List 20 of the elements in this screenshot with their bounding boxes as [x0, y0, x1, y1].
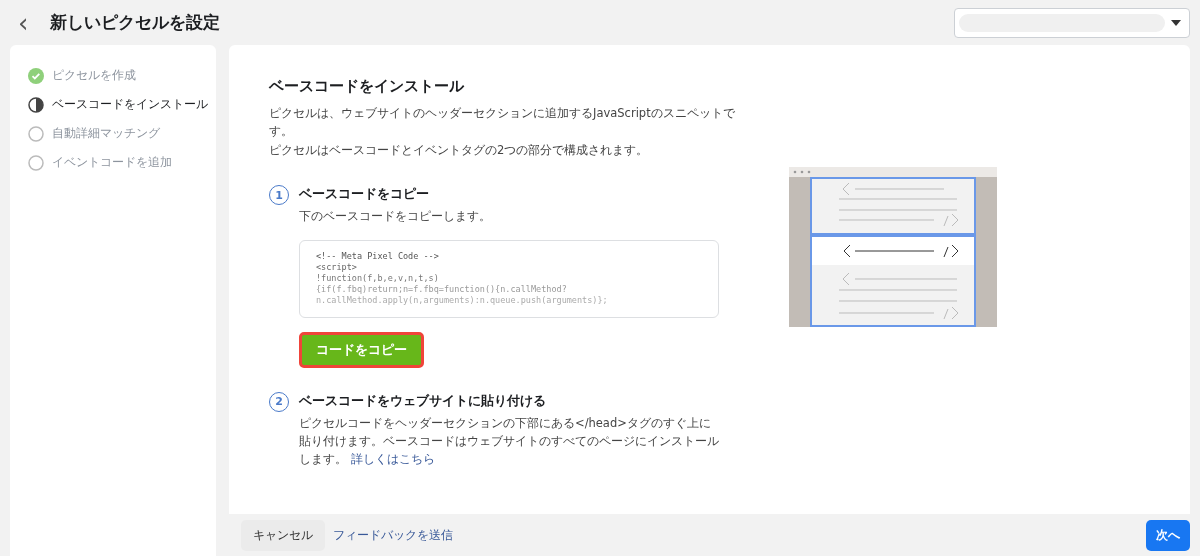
page-title: 新しいピクセルを設定	[50, 11, 222, 34]
next-button[interactable]: 次へ	[1146, 519, 1190, 551]
feedback-link[interactable]: フィードバックを送信	[333, 526, 1138, 544]
step-title: ベースコードをウェブサイトに貼り付ける	[299, 391, 547, 410]
account-dropdown[interactable]	[954, 7, 1190, 38]
intro-text: ピクセルは、ウェブサイトのヘッダーセクションに追加するJavaScriptのスニペットです。	[269, 105, 736, 141]
caret-icon	[1171, 19, 1181, 26]
learn-more-link[interactable]: 詳しくはこちら	[350, 452, 435, 467]
step-label: ベースコードをインストール	[52, 96, 208, 113]
section-title: ベースコードをインストール	[269, 77, 465, 96]
code-box: <!-- Meta Pixel Code --> <script> !function(f,b,e,v,n,t,s) {if(f.fbq)return;n=f.fbq=function(){n.callMethod? n.callMethod.apply(n,arguments):n.queue.push(arguments)};	[299, 239, 719, 318]
step-title: ベースコードをコピー	[299, 185, 430, 204]
step-description: ピクセルコードをヘッダーセクションの下部にある</head>タグのすぐ上に貼り付けます。ベースコードはウェブサイトのすべてのページにインストールします。 詳しくはこちら	[299, 414, 719, 469]
step-description: 下のベースコードをコピーします。	[299, 208, 492, 226]
intro-text: ピクセルはベースコードとイベントタグの2つの部分で構成されます。	[269, 141, 650, 159]
step-label: ピクセルを作成	[52, 67, 136, 84]
cancel-button[interactable]: キャンセル	[241, 519, 325, 551]
step-label: 自動詳細マッチング	[52, 125, 160, 142]
back-button[interactable]: ‹	[18, 9, 29, 36]
step-label: イベントコードを追加	[52, 154, 172, 171]
